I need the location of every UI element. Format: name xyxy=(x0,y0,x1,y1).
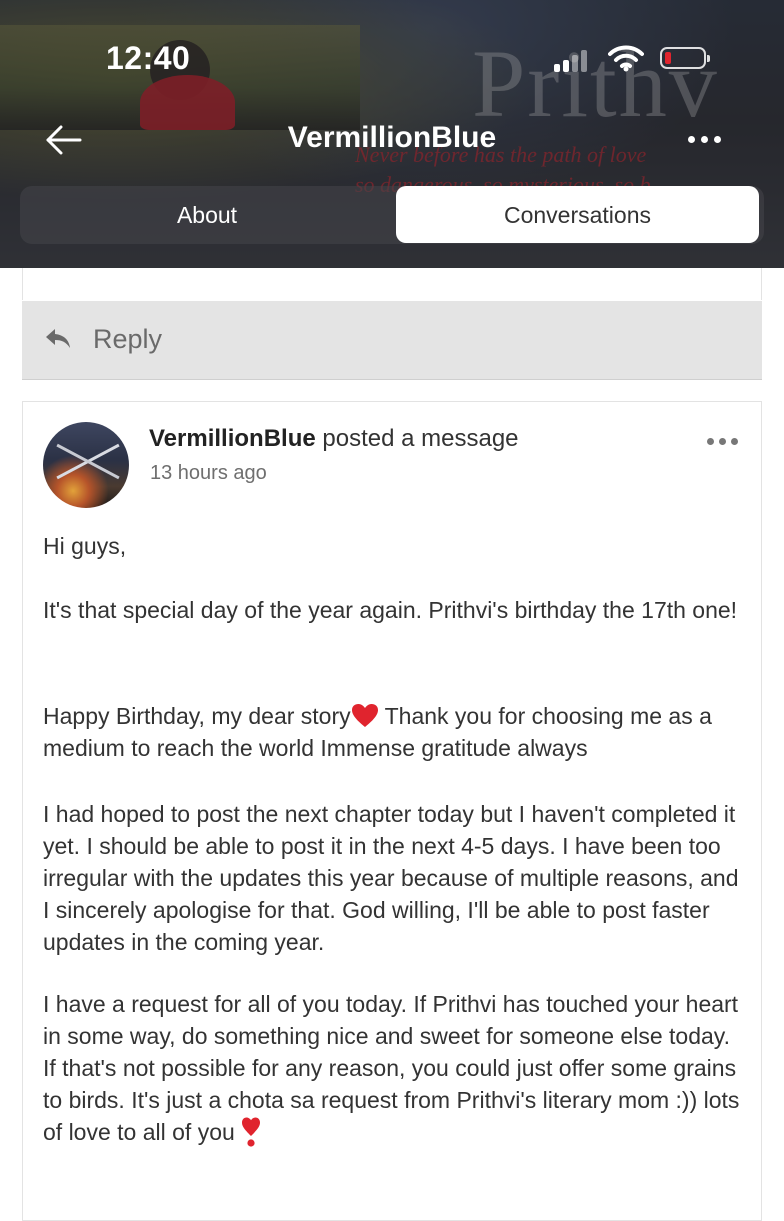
post-more-options-icon[interactable] xyxy=(703,430,743,454)
profile-tabs: About Conversations xyxy=(20,186,764,244)
previous-card-edge xyxy=(22,268,762,300)
message-greeting: Hi guys, xyxy=(43,533,127,559)
post-action-text: posted a message xyxy=(315,425,519,452)
author-name-link[interactable]: VermillionBlue xyxy=(149,425,316,452)
battery-icon xyxy=(660,47,710,69)
post-header: VermillionBlue posted a message xyxy=(149,425,519,453)
status-bar: 12:40 xyxy=(0,0,784,110)
page-title: VermillionBlue xyxy=(287,121,497,154)
reply-label: Reply xyxy=(93,324,163,354)
red-heart-emoji-icon xyxy=(351,704,378,727)
message-paragraph: I had hoped to post the next chapter tod… xyxy=(43,801,739,955)
status-time: 12:40 xyxy=(106,40,191,76)
reply-icon xyxy=(46,329,70,348)
wifi-icon xyxy=(608,45,644,72)
message-paragraph: I have a request for all of you today. I… xyxy=(43,988,743,1148)
message-paragraph: It's that special day of the year again.… xyxy=(43,597,738,623)
message-paragraph: Happy Birthday, my dear story Thank you … xyxy=(43,703,712,761)
heavy-heart-exclamation-emoji-icon xyxy=(241,1117,260,1147)
post-timestamp: 13 hours ago xyxy=(150,462,267,484)
author-avatar[interactable] xyxy=(43,422,129,508)
tab-about[interactable]: About xyxy=(20,186,394,244)
more-options-icon[interactable] xyxy=(684,126,726,154)
tab-conversations[interactable]: Conversations xyxy=(396,186,759,243)
cellular-signal-icon xyxy=(554,50,594,72)
